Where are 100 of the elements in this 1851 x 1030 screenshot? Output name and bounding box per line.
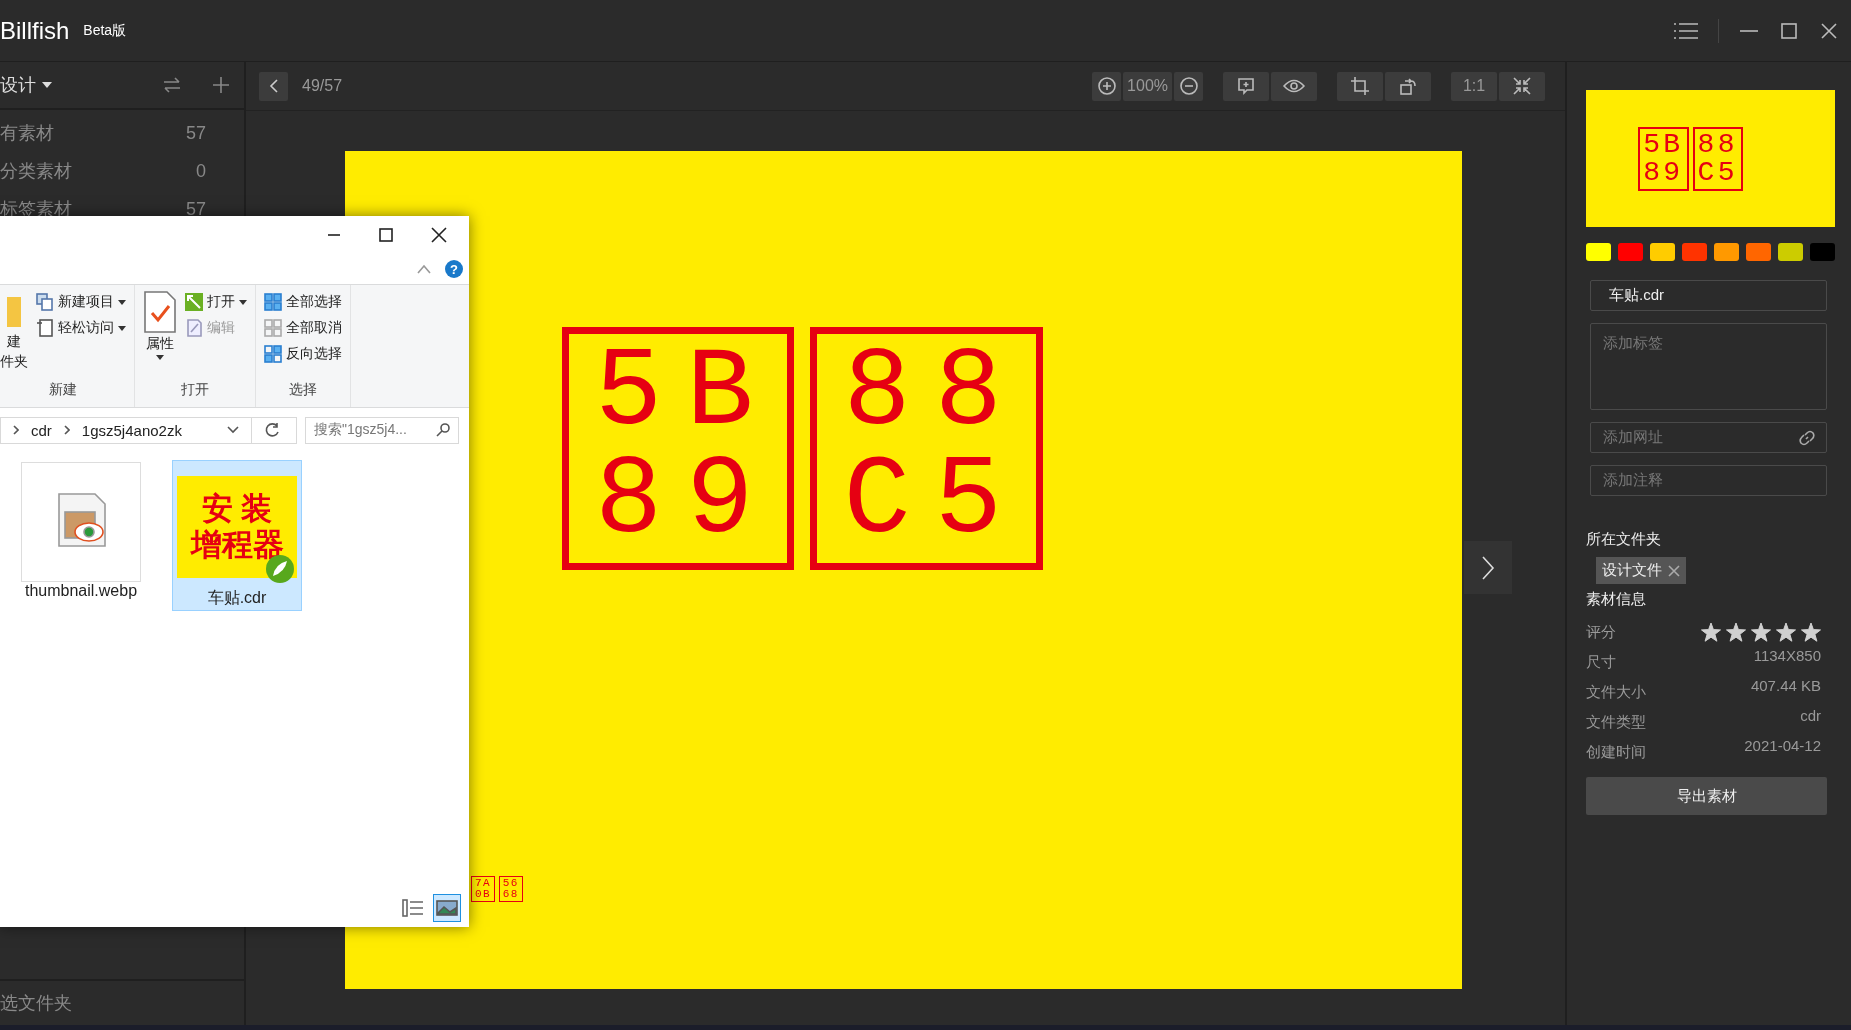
- app-title: Billfish: [0, 16, 70, 45]
- chevron-down-icon: [227, 426, 239, 434]
- close-icon: [431, 227, 447, 243]
- field-label: 文件类型: [1586, 712, 1646, 732]
- star-icon[interactable]: [1701, 622, 1721, 642]
- field-label: 文件大小: [1586, 682, 1646, 702]
- crop-button[interactable]: [1337, 71, 1383, 101]
- checklist-page-icon: [143, 291, 177, 333]
- star-icon[interactable]: [1751, 622, 1771, 642]
- color-swatch[interactable]: [1810, 243, 1835, 261]
- field-value: 407.44 KB: [1750, 677, 1821, 694]
- ribbon-button[interactable]: 轻松访问: [36, 317, 126, 339]
- glyph-box: 88 C5: [810, 327, 1043, 571]
- file-name: 车贴.cdr: [207, 588, 267, 608]
- grid-outline-icon: [264, 319, 282, 337]
- collapse-icon: [417, 264, 431, 274]
- search-icon: [436, 423, 450, 437]
- field-label: 创建时间: [1586, 742, 1646, 762]
- zoom-in-icon: [1096, 76, 1117, 96]
- path-segment[interactable]: 1gsz5j4ano2zk: [81, 421, 182, 439]
- comment-button[interactable]: [1223, 71, 1269, 101]
- menu-icon: [1674, 20, 1698, 41]
- view-mode-button[interactable]: [433, 894, 461, 922]
- previous-button[interactable]: [259, 71, 288, 101]
- rating-stars[interactable]: [1701, 622, 1821, 642]
- caret-icon: [118, 299, 126, 305]
- chevron-left-icon: [267, 78, 280, 94]
- zoom-out-button[interactable]: [1174, 71, 1203, 101]
- glyph-box: 7A 0B: [471, 876, 495, 902]
- zoom-in-button[interactable]: [1092, 71, 1122, 101]
- ribbon-button[interactable]: 反向选择: [264, 343, 342, 365]
- shrink-button[interactable]: [1499, 71, 1545, 101]
- zoom-level: 100%: [1123, 71, 1172, 101]
- eye-button[interactable]: [1271, 71, 1317, 101]
- file-item[interactable]: 安 装 增程器 车贴.cdr: [172, 460, 302, 611]
- chevron-right-icon: [1481, 554, 1495, 581]
- library-dropdown[interactable]: 设计: [0, 73, 52, 97]
- ribbon-group-label: 选择: [288, 381, 318, 399]
- color-swatch[interactable]: [1746, 243, 1771, 261]
- maximize-icon: [379, 228, 393, 242]
- ribbon-button[interactable]: 打开: [185, 291, 247, 313]
- color-swatch[interactable]: [1682, 243, 1707, 261]
- shrink-icon: [1513, 77, 1531, 95]
- chevron-right-icon: [63, 425, 70, 435]
- zoom-out-icon: [1178, 76, 1199, 96]
- swap-icon: [162, 76, 182, 94]
- ribbon-button[interactable]: 全部取消: [264, 317, 342, 339]
- color-swatch[interactable]: [1650, 243, 1675, 261]
- name-field[interactable]: 车贴.cdr: [1590, 280, 1827, 311]
- grid-icon: [264, 293, 282, 311]
- link-icon: [1798, 428, 1816, 447]
- close-icon: [1668, 564, 1680, 577]
- close-icon: [1819, 20, 1839, 41]
- glyph-box: 88 C5: [1692, 126, 1743, 191]
- rotate-icon: [1399, 77, 1417, 95]
- caret-icon: [42, 82, 52, 88]
- next-button[interactable]: [1464, 541, 1512, 594]
- picture-view-icon: [436, 899, 458, 917]
- page-counter: 49/57: [302, 77, 343, 95]
- star-icon[interactable]: [1801, 622, 1821, 642]
- caret-icon: [239, 299, 247, 305]
- refresh-icon: [264, 422, 280, 438]
- caret-icon: [118, 325, 126, 331]
- new-item-icon: [36, 293, 54, 311]
- caret-icon: [156, 355, 164, 360]
- star-icon[interactable]: [1726, 622, 1746, 642]
- field-value: 2021-04-12: [1744, 737, 1821, 754]
- folder-tag[interactable]: 设计文件: [1596, 557, 1686, 584]
- help-button[interactable]: ?: [445, 260, 463, 278]
- sidebar-item[interactable]: 分类素材 0: [0, 152, 244, 190]
- ribbon-button[interactable]: 全部选择: [264, 291, 342, 313]
- export-button[interactable]: 导出素材: [1586, 777, 1827, 815]
- ribbon-button[interactable]: 属性: [143, 291, 177, 381]
- minimize-icon: [1739, 28, 1759, 33]
- color-swatch[interactable]: [1586, 243, 1611, 261]
- beta-label: Beta版: [83, 21, 127, 40]
- path-segment[interactable]: cdr: [31, 421, 52, 439]
- field-value: cdr: [1800, 707, 1821, 724]
- address-bar[interactable]: cdr 1gsz5j4ano2zk: [0, 416, 297, 444]
- rotate-button[interactable]: [1385, 71, 1431, 101]
- color-swatch[interactable]: [1778, 243, 1803, 261]
- pin-page-icon: [36, 319, 54, 337]
- color-swatch[interactable]: [1618, 243, 1643, 261]
- star-icon[interactable]: [1776, 622, 1796, 642]
- field-value: 1134X850: [1753, 647, 1821, 664]
- maximize-icon: [1779, 20, 1799, 41]
- sidebar-item[interactable]: 有素材 57: [0, 114, 244, 152]
- glyph-box: 56 68: [498, 876, 523, 902]
- search-field[interactable]: 搜索"1gsz5j4...: [305, 416, 459, 444]
- ribbon-button[interactable]: 建 件夹: [0, 291, 28, 381]
- ribbon-button[interactable]: 新建项目: [36, 291, 126, 313]
- open-icon: [185, 293, 203, 311]
- glyph-box: 5B 89: [1638, 126, 1689, 191]
- actual-size-button[interactable]: 1:1: [1451, 71, 1497, 101]
- file-name: thumbnail.webp: [24, 582, 138, 600]
- ribbon-group-label: 新建: [48, 381, 78, 399]
- minimize-icon: [327, 233, 341, 237]
- color-swatch[interactable]: [1714, 243, 1739, 261]
- comment-icon: [1237, 77, 1255, 95]
- grid-invert-icon: [264, 345, 282, 363]
